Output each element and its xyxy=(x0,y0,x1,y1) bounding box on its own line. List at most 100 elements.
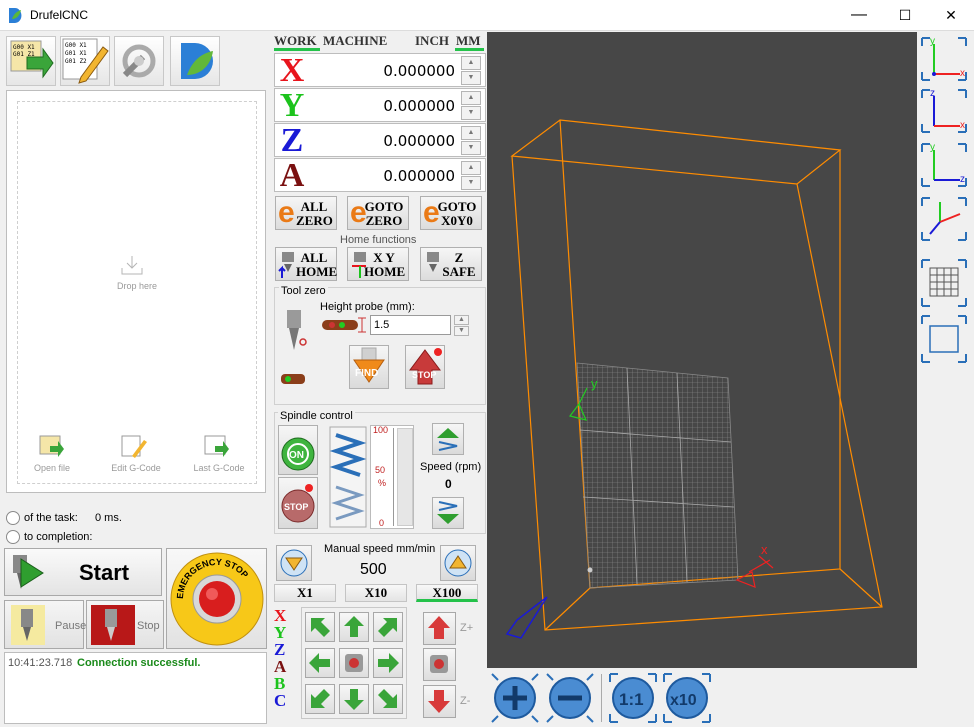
view-top-button[interactable]: yx xyxy=(920,36,968,82)
manual-speed-down-button[interactable] xyxy=(276,545,312,581)
find-button[interactable]: FIND xyxy=(349,345,389,389)
view-front-button[interactable]: zx xyxy=(920,88,968,134)
last-gcode-icon[interactable] xyxy=(203,434,231,458)
jog-up-button[interactable] xyxy=(339,612,369,642)
unit-mm[interactable]: MM xyxy=(456,33,481,49)
mult-x10-button[interactable]: X10 xyxy=(345,584,407,602)
goto-x0y0-button[interactable]: e GOTO X0Y0 xyxy=(420,196,482,230)
about-button[interactable] xyxy=(170,36,220,86)
spindle-on-button[interactable]: ON xyxy=(278,425,318,475)
manual-speed-up-button[interactable] xyxy=(440,545,476,581)
find-stop-button[interactable]: STOP xyxy=(405,345,445,389)
unit-mm-indicator xyxy=(455,48,484,51)
speed-up-button[interactable] xyxy=(432,423,464,455)
close-button[interactable]: ✕ xyxy=(928,0,974,31)
jog-down-right-button[interactable] xyxy=(373,684,403,714)
jog-center-button[interactable] xyxy=(339,648,369,678)
settings-button[interactable] xyxy=(114,36,164,86)
jog-down-left-button[interactable] xyxy=(305,684,335,714)
jog-axis-c[interactable]: C xyxy=(274,692,290,709)
pause-button[interactable]: Pause xyxy=(4,600,86,649)
stop-up-arrow-icon: STOP xyxy=(409,348,442,385)
view-isometric-button[interactable] xyxy=(920,196,968,242)
zoom-fit-button[interactable]: 1:1 xyxy=(608,672,658,724)
goto-zero-button[interactable]: e GOTO ZERO xyxy=(347,196,409,230)
maximize-button[interactable]: ☐ xyxy=(882,0,928,31)
probe-up-button[interactable]: ▲ xyxy=(454,315,469,325)
stop-button[interactable]: Stop xyxy=(86,600,164,649)
z-down-arrow-icon xyxy=(428,690,450,713)
jog-z-center-button[interactable] xyxy=(423,648,456,681)
mult-x1-button[interactable]: X1 xyxy=(274,584,336,602)
drufel-logo-icon xyxy=(181,43,213,79)
height-probe-input[interactable]: 1.5 xyxy=(370,315,451,335)
jog-up-left-button[interactable] xyxy=(305,612,335,642)
drop-label: Drop here xyxy=(116,281,158,291)
jog-up-right-button[interactable] xyxy=(373,612,403,642)
jog-axis-a[interactable]: A xyxy=(274,658,290,675)
all-zero-button[interactable]: e ALL ZERO xyxy=(275,196,337,230)
last-gcode-label[interactable]: Last G-Code xyxy=(187,463,251,473)
z-safe-button[interactable]: Z SAFE xyxy=(420,247,482,281)
spindle-speed-slider[interactable]: 100 50 % 0 xyxy=(370,425,414,529)
open-file-icon[interactable] xyxy=(38,434,66,458)
edit-gcode-button[interactable]: G00 X1 G01 X1 G01 Z2 xyxy=(60,36,110,86)
zoom-in-button[interactable] xyxy=(490,672,540,724)
slider-bar xyxy=(397,428,413,526)
open-gcode-button[interactable]: G00 X1 G01 Z1 xyxy=(6,36,56,86)
all-home-button[interactable]: ALL HOME xyxy=(275,247,337,281)
axis-x-up-button[interactable]: ▲ xyxy=(461,56,481,70)
axis-x-down-button[interactable]: ▼ xyxy=(461,71,481,85)
axis-z-up-button[interactable]: ▲ xyxy=(461,126,481,140)
start-button[interactable]: Start xyxy=(4,548,162,596)
toolpath-view[interactable]: y x xyxy=(487,32,917,668)
tab-work[interactable]: WORK xyxy=(274,33,317,49)
jog-axis-b[interactable]: B xyxy=(274,675,290,692)
zoom-out-button[interactable] xyxy=(545,672,595,724)
z-up-arrow-icon xyxy=(428,616,450,639)
jog-down-button[interactable] xyxy=(339,684,369,714)
speed-down-button[interactable] xyxy=(432,497,464,529)
bounds-icon xyxy=(921,315,967,363)
jog-axis-y[interactable]: Y xyxy=(274,624,290,641)
tab-work-indicator xyxy=(274,48,320,51)
arrow-down-icon xyxy=(344,689,364,710)
xy-home-label: X Y HOME xyxy=(364,250,406,279)
jog-axis-selector[interactable]: X Y Z A B C xyxy=(274,607,290,719)
jog-z-minus-button[interactable] xyxy=(423,685,456,718)
edit-gcode-label[interactable]: Edit G-Code xyxy=(105,463,167,473)
jog-right-button[interactable] xyxy=(373,648,403,678)
zoom-x10-button[interactable]: x10 xyxy=(662,672,712,724)
jog-axis-x[interactable]: X xyxy=(274,607,290,624)
probe-down-button[interactable]: ▼ xyxy=(454,326,469,336)
spindle-spring-icon xyxy=(329,426,367,528)
axis-a-up-button[interactable]: ▲ xyxy=(461,161,481,175)
edit-gcode-small-icon[interactable] xyxy=(120,434,148,458)
speed-up-icon xyxy=(437,428,459,451)
axis-letter-z: Z xyxy=(280,122,304,159)
axis-a-down-button[interactable]: ▼ xyxy=(461,176,481,190)
3d-viewport[interactable]: y x xyxy=(487,32,917,668)
mult-x100-button[interactable]: X100 xyxy=(416,584,478,602)
emergency-stop-button[interactable]: EMERGENCY STOP xyxy=(166,548,267,649)
spindle-stop-button[interactable]: STOP xyxy=(278,477,318,529)
jog-left-button[interactable] xyxy=(305,648,335,678)
app-logo-icon xyxy=(9,8,22,23)
grid-icon xyxy=(921,259,967,307)
jog-axis-z[interactable]: Z xyxy=(274,641,290,658)
axis-y-down-button[interactable]: ▼ xyxy=(461,106,481,120)
open-file-label[interactable]: Open file xyxy=(25,463,79,473)
jog-z-plus-button[interactable] xyxy=(423,612,456,645)
axis-y-up-button[interactable]: ▲ xyxy=(461,91,481,105)
task-duration-value: 0 ms. xyxy=(95,512,122,524)
unit-inch[interactable]: INCH xyxy=(415,33,449,49)
gcode-drop-area[interactable]: Drop here Open file Edit G-Code Last G-C… xyxy=(6,90,266,493)
axis-z-down-button[interactable]: ▼ xyxy=(461,141,481,155)
bounds-toggle-button[interactable] xyxy=(920,314,968,363)
tab-machine[interactable]: MACHINE xyxy=(323,33,387,49)
minimize-button[interactable]: — xyxy=(836,0,882,31)
view-side-button[interactable]: yz xyxy=(920,142,968,188)
xy-home-button[interactable]: X Y HOME xyxy=(347,247,409,281)
grid-toggle-button[interactable] xyxy=(920,258,968,307)
svg-text:G00 X1: G00 X1 xyxy=(13,44,35,51)
